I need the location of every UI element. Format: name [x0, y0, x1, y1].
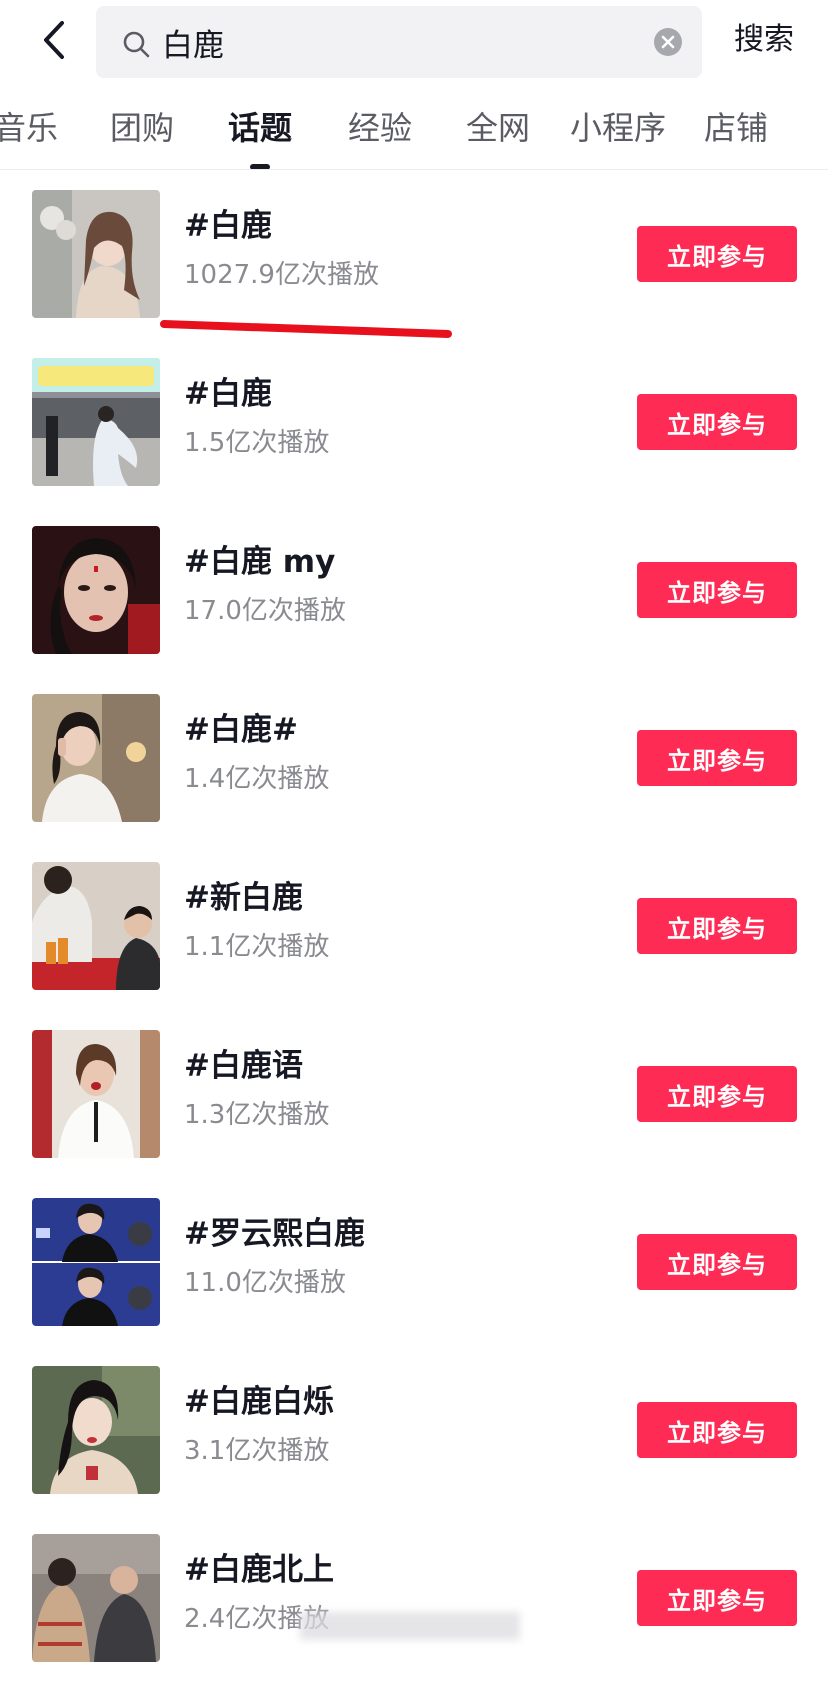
divider	[0, 169, 828, 170]
topic-play-count: 11.0亿次播放	[184, 1268, 346, 1298]
topic-play-count: 3.1亿次播放	[184, 1436, 330, 1466]
topic-thumbnail	[32, 1534, 160, 1662]
chevron-left-icon	[44, 21, 64, 59]
back-button[interactable]	[30, 16, 78, 64]
topic-thumbnail	[32, 1198, 160, 1326]
topic-play-count: 1027.9亿次播放	[184, 260, 379, 290]
list-item[interactable]: #白鹿# 1.4亿次播放 立即参与	[0, 680, 828, 848]
list-item[interactable]: #白鹿 1.5亿次播放 立即参与	[0, 344, 828, 512]
list-item[interactable]: #白鹿北上 2.4亿次播放 立即参与	[0, 1520, 828, 1688]
list-item[interactable]: #新白鹿 1.1亿次播放 立即参与	[0, 848, 828, 1016]
category-tabs: 音乐 团购 话题 经验 全网 小程序 店铺	[0, 98, 828, 170]
topic-title: #白鹿北上	[184, 1552, 334, 1588]
topic-title: #白鹿	[184, 208, 272, 244]
topic-play-count: 1.4亿次播放	[184, 764, 330, 794]
list-item[interactable]: #白鹿语 1.3亿次播放 立即参与	[0, 1016, 828, 1184]
join-button[interactable]: 立即参与	[637, 898, 797, 954]
list-item[interactable]: #罗云熙白鹿 11.0亿次播放 立即参与	[0, 1184, 828, 1352]
topic-thumbnail	[32, 190, 160, 318]
search-icon	[123, 31, 150, 58]
tab-experience[interactable]: 经验	[348, 108, 412, 148]
join-button[interactable]: 立即参与	[637, 1066, 797, 1122]
tab-group-buy[interactable]: 团购	[110, 108, 174, 148]
topic-thumbnail	[32, 1030, 160, 1158]
topic-title: #白鹿 my	[184, 544, 336, 580]
topic-title: #白鹿	[184, 376, 272, 412]
topic-play-count: 1.5亿次播放	[184, 428, 330, 458]
topic-thumbnail	[32, 1366, 160, 1494]
top-bar: 搜索	[0, 0, 828, 80]
topic-play-count: 17.0亿次播放	[184, 596, 346, 626]
search-button[interactable]: 搜索	[734, 18, 794, 62]
list-item[interactable]: #白鹿白烁 3.1亿次播放 立即参与	[0, 1352, 828, 1520]
join-button[interactable]: 立即参与	[637, 226, 797, 282]
topic-play-count: 1.1亿次播放	[184, 932, 330, 962]
red-underline-annotation	[160, 320, 452, 338]
join-button[interactable]: 立即参与	[637, 1234, 797, 1290]
tab-topics[interactable]: 话题	[228, 108, 292, 148]
tab-mini-programs[interactable]: 小程序	[570, 108, 666, 148]
tab-web[interactable]: 全网	[466, 108, 530, 148]
list-item[interactable]: #白鹿 my 17.0亿次播放 立即参与	[0, 512, 828, 680]
search-box[interactable]	[96, 6, 702, 78]
tab-stores[interactable]: 店铺	[704, 108, 768, 148]
watermark-blur	[300, 1612, 520, 1640]
topic-thumbnail	[32, 358, 160, 486]
join-button[interactable]: 立即参与	[637, 1402, 797, 1458]
topic-title: #新白鹿	[184, 880, 303, 916]
topic-thumbnail	[32, 526, 160, 654]
topic-title: #白鹿白烁	[184, 1384, 334, 1420]
topic-title: #罗云熙白鹿	[184, 1216, 365, 1252]
join-button[interactable]: 立即参与	[637, 1570, 797, 1626]
topic-thumbnail	[32, 694, 160, 822]
topic-title: #白鹿语	[184, 1048, 303, 1084]
tab-music[interactable]: 音乐	[0, 108, 58, 148]
search-input[interactable]	[162, 6, 632, 78]
clear-search-button[interactable]	[654, 28, 682, 56]
join-button[interactable]: 立即参与	[637, 394, 797, 450]
topic-play-count: 1.3亿次播放	[184, 1100, 330, 1130]
join-button[interactable]: 立即参与	[637, 562, 797, 618]
topic-title: #白鹿#	[184, 712, 298, 748]
join-button[interactable]: 立即参与	[637, 730, 797, 786]
close-icon	[661, 35, 675, 49]
topic-thumbnail	[32, 862, 160, 990]
